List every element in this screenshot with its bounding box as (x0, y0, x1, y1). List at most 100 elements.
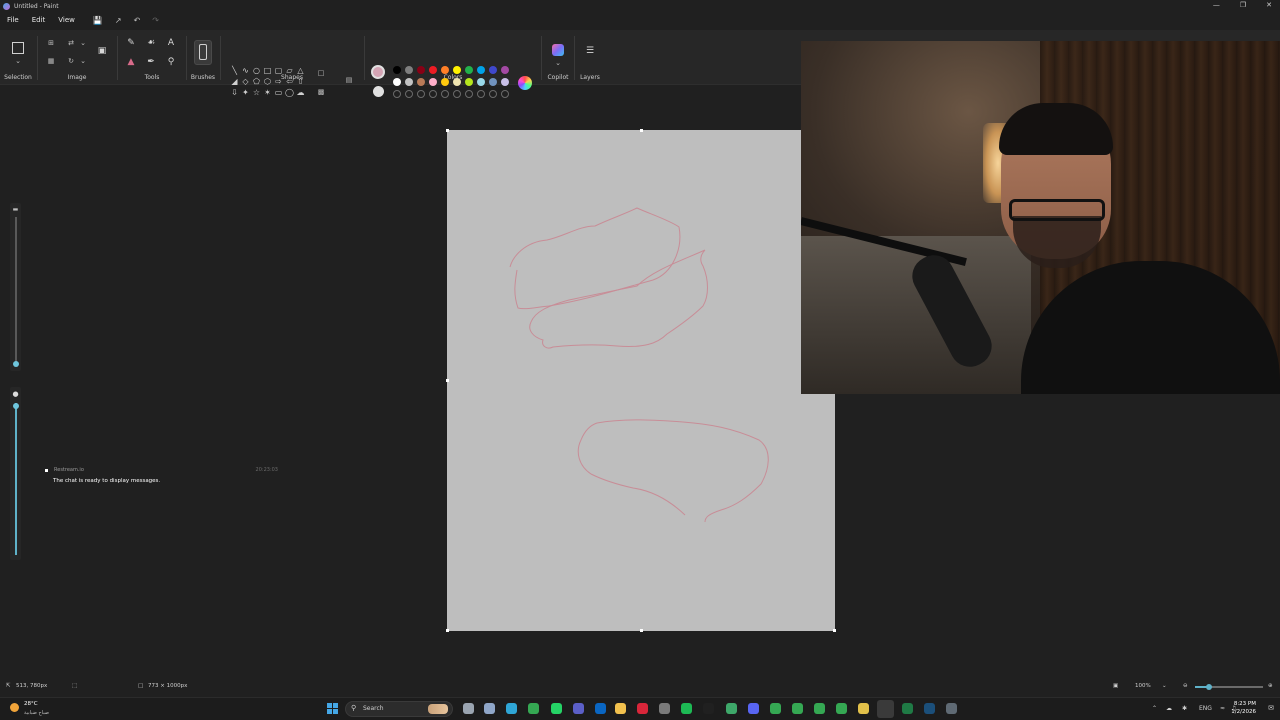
custom-color-slot[interactable] (429, 90, 437, 98)
drawing-canvas[interactable] (446, 129, 836, 632)
color-swatch[interactable] (501, 78, 509, 86)
steam-icon[interactable] (924, 703, 935, 714)
taskbar-search[interactable]: ⚲ Search (345, 701, 453, 717)
color-swatch[interactable] (477, 66, 485, 74)
color-swatch[interactable] (405, 66, 413, 74)
color-picker-icon[interactable]: ✒ (145, 57, 157, 67)
calculator-icon[interactable] (946, 703, 957, 714)
brush-size-slider[interactable]: ▬ (10, 203, 21, 371)
save-icon[interactable]: 💾 (93, 16, 103, 25)
linkedin-icon[interactable] (595, 703, 606, 714)
resize-handle[interactable] (446, 129, 449, 132)
widgets-icon[interactable] (484, 703, 495, 714)
right-triangle-shape-icon[interactable]: ◢ (229, 76, 240, 87)
text-icon[interactable]: A (165, 38, 177, 48)
zoom-slider[interactable] (1195, 684, 1263, 690)
chrome-icon[interactable] (836, 703, 847, 714)
diamond-shape-icon[interactable]: ◇ (240, 76, 251, 87)
shape-size-icon[interactable]: ▤ (343, 75, 355, 85)
fill-icon[interactable]: ▩ (315, 87, 327, 97)
tiktok-icon[interactable] (703, 703, 714, 714)
custom-color-slot[interactable] (417, 90, 425, 98)
color-swatch[interactable] (453, 78, 461, 86)
chevron-down-icon[interactable]: ⌄ (1162, 683, 1167, 689)
app-icon[interactable] (726, 703, 737, 714)
slider-thumb[interactable] (13, 361, 19, 367)
pencil-icon[interactable]: ✎ (125, 38, 137, 48)
custom-color-slot[interactable] (393, 90, 401, 98)
color-swatch[interactable] (417, 78, 425, 86)
custom-color-slot[interactable] (465, 90, 473, 98)
fit-to-window-icon[interactable]: ▣ (1113, 683, 1118, 689)
menu-edit[interactable]: Edit (32, 16, 46, 24)
notifications-icon[interactable]: ✉ (1268, 704, 1274, 712)
color-swatch[interactable] (429, 66, 437, 74)
pentagon-shape-icon[interactable]: ⬠ (251, 76, 262, 87)
color-swatch[interactable] (465, 78, 473, 86)
color-swatch[interactable] (489, 66, 497, 74)
remove-background-icon[interactable]: ▣ (96, 46, 108, 56)
color-swatch[interactable] (417, 66, 425, 74)
resize-icon[interactable]: ⇄ (65, 38, 77, 48)
curve-shape-icon[interactable]: ∿ (240, 65, 251, 76)
menu-view[interactable]: View (58, 16, 75, 24)
brush-selector-button[interactable] (194, 40, 212, 65)
custom-color-slot[interactable] (441, 90, 449, 98)
color-swatch[interactable] (501, 66, 509, 74)
chevron-up-icon[interactable]: ⌃ (1152, 705, 1157, 712)
taskbar-clock[interactable]: 8:23 PM 1/2/2026 (1231, 701, 1256, 715)
minimize-button[interactable]: — (1213, 0, 1220, 10)
color-swatch[interactable] (405, 78, 413, 86)
onedrive-icon[interactable]: ☁ (1166, 705, 1172, 712)
chevron-down-icon[interactable]: ⌄ (77, 38, 89, 48)
secondary-color-swatch[interactable] (373, 86, 384, 97)
chevron-down-icon[interactable]: ⌄ (552, 58, 564, 68)
resize-handle[interactable] (833, 629, 836, 632)
callout-rect-shape-icon[interactable]: ▭ (273, 87, 284, 98)
chevron-down-icon[interactable]: ⌄ (77, 56, 89, 66)
zoom-in-icon[interactable]: ⊕ (1268, 683, 1273, 689)
taskview-icon[interactable] (463, 703, 474, 714)
rectangle-shape-icon[interactable]: □ (262, 65, 273, 76)
down-arrow-shape-icon[interactable]: ⇩ (229, 87, 240, 98)
wifi-icon[interactable]: ≈ (1220, 705, 1225, 712)
color-swatch[interactable] (477, 78, 485, 86)
hexagon-shape-icon[interactable]: ⬡ (262, 76, 273, 87)
spotify-icon[interactable] (681, 703, 692, 714)
six-point-star-shape-icon[interactable]: ✶ (262, 87, 273, 98)
color-swatch[interactable] (441, 78, 449, 86)
excel-icon[interactable] (902, 703, 913, 714)
custom-color-slot[interactable] (453, 90, 461, 98)
five-point-star-shape-icon[interactable]: ☆ (251, 87, 262, 98)
color-swatch[interactable] (429, 78, 437, 86)
resize-handle[interactable] (446, 629, 449, 632)
color-swatch[interactable] (489, 78, 497, 86)
explorer-icon[interactable] (615, 703, 626, 714)
magnifier-icon[interactable]: ⚲ (165, 57, 177, 67)
custom-color-slot[interactable] (501, 90, 509, 98)
polygon-shape-icon[interactable]: ▱ (284, 65, 295, 76)
line-shape-icon[interactable]: ╲ (229, 65, 240, 76)
maximize-button[interactable]: ❐ (1240, 0, 1246, 10)
chrome-icon[interactable] (792, 703, 803, 714)
chrome-icon[interactable] (814, 703, 825, 714)
notes-icon[interactable] (858, 703, 869, 714)
redo-icon[interactable]: ↷ (152, 16, 159, 25)
rounded-rectangle-shape-icon[interactable]: ▢ (273, 65, 284, 76)
callout-oval-shape-icon[interactable]: ◯ (284, 87, 295, 98)
four-point-star-shape-icon[interactable]: ✦ (240, 87, 251, 98)
copilot-icon[interactable] (552, 44, 564, 56)
edit-colors-icon[interactable] (518, 76, 532, 90)
bluetooth-icon[interactable]: ✱ (1182, 705, 1187, 712)
image-select-icon[interactable]: ▦ (45, 56, 57, 66)
custom-color-slot[interactable] (489, 90, 497, 98)
color-swatch[interactable] (393, 66, 401, 74)
zoom-slider-thumb[interactable] (1205, 684, 1212, 690)
triangle-shape-icon[interactable]: △ (295, 65, 306, 76)
resize-handle[interactable] (446, 379, 449, 382)
eraser-icon[interactable]: ▲ (125, 57, 137, 67)
crop-icon[interactable]: ⊞ (45, 38, 57, 48)
close-button[interactable]: ✕ (1266, 0, 1272, 10)
discord-icon[interactable] (748, 703, 759, 714)
outline-icon[interactable]: □ (315, 68, 327, 78)
